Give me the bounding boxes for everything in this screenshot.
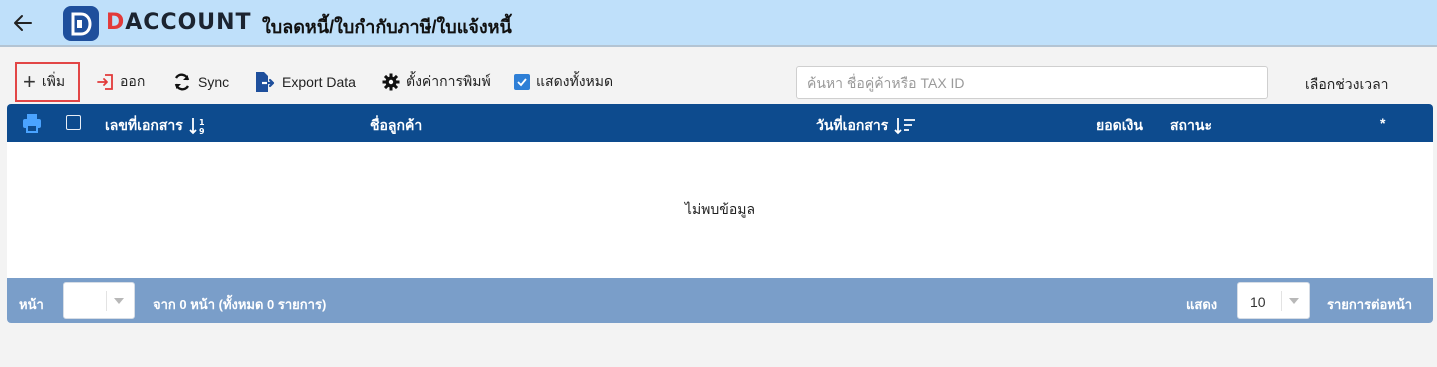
logo-letter-d: D [106,10,126,35]
checkbox-checked-icon[interactable] [514,74,530,90]
print-settings-button[interactable]: ตั้งค่าการพิมพ์ [382,62,491,102]
exit-button[interactable]: ออก [96,62,145,102]
add-button[interactable]: + เพิ่ม [15,62,80,102]
column-action: * [1380,115,1385,131]
logo-badge [63,6,99,41]
search-input[interactable] [796,66,1268,99]
sort-descending-icon[interactable] [894,117,916,135]
per-page-divider [1281,291,1282,311]
period-select-button[interactable]: เลือกช่วงเวลา [1305,74,1389,96]
svg-text:9: 9 [199,127,205,135]
column-customer-label: ชื่อลูกค้า [370,117,423,133]
page-label: หน้า [19,297,44,312]
print-settings-label: ตั้งค่าการพิมพ์ [406,73,491,89]
app-header: DACCOUNT ใบลดหนี้/ใบกำกับภาษี/ใบแจ้งหนี้ [0,0,1437,47]
empty-state: ไม่พบข้อมูล [7,142,1433,278]
empty-message: ไม่พบข้อมูล [684,201,756,217]
select-all-checkbox[interactable] [66,115,81,130]
show-all-toggle[interactable]: แสดงทั้งหมด [514,62,613,102]
per-page-select[interactable]: 10 [1237,282,1310,319]
column-amount[interactable]: ยอดเงิน [1096,115,1143,137]
export-file-icon [256,72,275,92]
back-arrow-icon[interactable] [12,12,34,34]
export-data-button[interactable]: Export Data [254,62,356,102]
page-info: จาก 0 หน้า (ทั้งหมด 0 รายการ) [153,297,327,312]
toolbar: + เพิ่ม ออก Sync Export Data ตั้งค่าการพ… [0,62,1437,104]
export-label: Export Data [282,74,356,90]
plus-icon: + [23,69,36,94]
page-title: ใบลดหนี้/ใบกำกับภาษี/ใบแจ้งหนี้ [262,17,512,37]
sync-button[interactable]: Sync [172,62,229,102]
column-customer[interactable]: ชื่อลูกค้า [370,115,422,137]
column-status[interactable]: สถานะ [1170,115,1212,137]
logo-letters: ACCOUNT [125,10,252,35]
column-status-label: สถานะ [1170,117,1212,133]
page-select[interactable] [63,282,135,319]
per-page-label: รายการต่อหน้า [1327,297,1413,312]
page-select-divider [106,291,107,311]
exit-label: ออก [120,73,146,89]
column-amount-label: ยอดเงิน [1096,117,1143,133]
document-table: เลขที่เอกสาร 1 9 ชื่อลูกค้า วันที่เอกสาร… [7,104,1433,323]
print-icon[interactable] [21,112,43,134]
add-label: เพิ่ม [41,73,66,89]
column-doc-date[interactable]: วันที่เอกสาร [816,115,916,137]
gear-icon [382,73,400,91]
column-doc-no[interactable]: เลขที่เอกสาร 1 9 [105,115,209,137]
logo-wordmark: DACCOUNT [106,10,252,35]
table-header: เลขที่เอกสาร 1 9 ชื่อลูกค้า วันที่เอกสาร… [7,104,1433,142]
logo-d-icon [71,12,92,35]
pagination-bar: หน้า จาก 0 หน้า (ทั้งหมด 0 รายการ) แสดง … [7,278,1433,323]
chevron-down-icon [1289,298,1299,304]
show-all-label: แสดงทั้งหมด [536,73,614,89]
exit-icon [97,74,113,90]
chevron-down-icon [114,298,124,304]
svg-text:1: 1 [199,118,205,127]
sync-label: Sync [198,74,230,90]
column-action-label: * [1380,115,1386,131]
column-doc-date-label: วันที่เอกสาร [816,117,889,133]
per-page-value: 10 [1250,294,1266,310]
sort-numeric-icon[interactable]: 1 9 [189,117,209,135]
column-doc-no-label: เลขที่เอกสาร [105,117,183,133]
show-label: แสดง [1186,297,1218,312]
sync-icon [174,73,190,91]
